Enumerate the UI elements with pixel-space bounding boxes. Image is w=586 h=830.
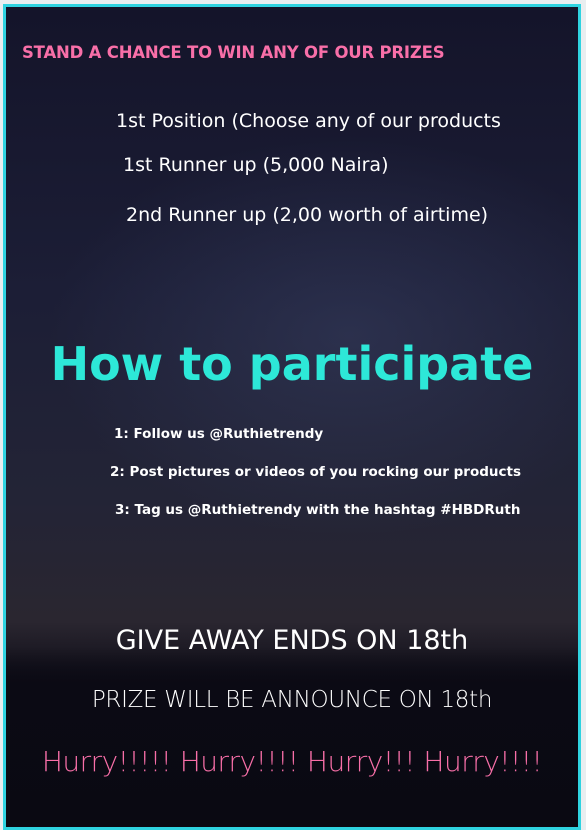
prize-runner-up-1: 1st Runner up (5,000 Naira) — [123, 154, 389, 176]
prize-first: 1st Position (Choose any of our products — [116, 110, 501, 132]
step-2: 2: Post pictures or videos of you rockin… — [110, 464, 521, 480]
hurry-text: Hurry!!!!! Hurry!!!! Hurry!!! Hurry!!!! — [41, 745, 543, 778]
how-to-participate-heading: How to participate — [50, 337, 534, 391]
step-1: 1: Follow us @Ruthietrendy — [114, 426, 324, 442]
announcement-date: PRIZE WILL BE ANNOUNCE ON 18th — [91, 687, 493, 713]
giveaway-poster: STAND A CHANCE TO WIN ANY OF OUR PRIZES … — [3, 4, 581, 830]
step-3: 3: Tag us @Ruthietrendy with the hashtag… — [115, 502, 521, 518]
prize-runner-up-2: 2nd Runner up (2,00 worth of airtime) — [126, 204, 489, 226]
headline: STAND A CHANCE TO WIN ANY OF OUR PRIZES — [22, 43, 445, 62]
giveaway-end-date: GIVE AWAY ENDS ON 18th — [115, 625, 469, 656]
